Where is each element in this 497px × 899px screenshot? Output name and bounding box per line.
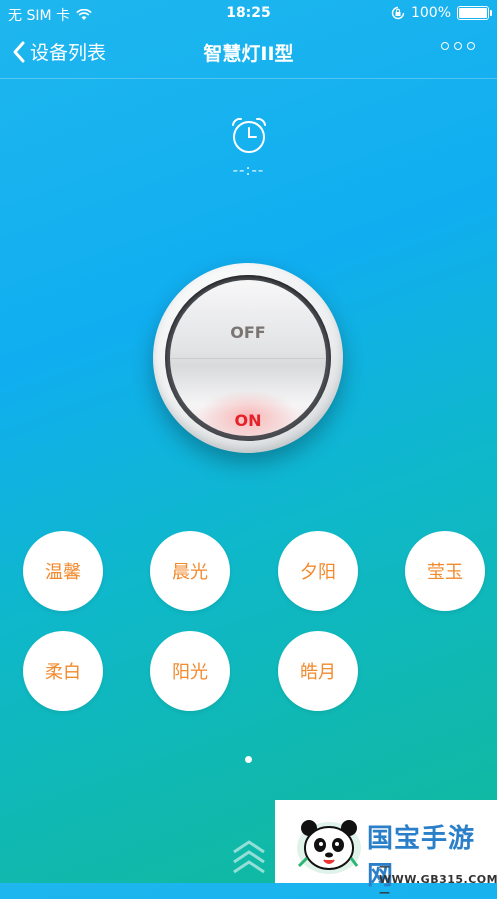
mode-button-haoyue[interactable]: 皓月: [278, 631, 358, 711]
mode-button-yingyu[interactable]: 莹玉: [405, 531, 485, 611]
switch-off-label: OFF: [230, 323, 266, 342]
timer-value: --:--: [232, 161, 265, 179]
alarm-clock-icon: [231, 117, 266, 153]
battery-percent: 100%: [410, 5, 451, 21]
page-indicator-dot: [245, 756, 252, 763]
status-bar: 无 SIM 卡 18:25 100%: [0, 0, 497, 26]
switch-face: OFF ON: [170, 280, 326, 436]
mode-button-chenguang[interactable]: 晨光: [150, 531, 230, 611]
more-icon-dot: [441, 42, 449, 50]
switch-divider: [170, 358, 326, 359]
more-icon-dot: [454, 42, 462, 50]
panda-logo-icon: [297, 820, 361, 874]
mode-button-yangguang[interactable]: 阳光: [150, 631, 230, 711]
watermark-url: — WWW.GB315.COM —: [379, 860, 497, 899]
timer[interactable]: --:--: [0, 115, 497, 179]
orientation-lock-icon: [391, 6, 405, 20]
switch-on-label: ON: [234, 411, 262, 430]
more-button[interactable]: [441, 42, 475, 50]
nav-bar: 设备列表 智慧灯II型: [0, 26, 497, 79]
mode-button-xiyang[interactable]: 夕阳: [278, 531, 358, 611]
mode-button-wenxin[interactable]: 温馨: [23, 531, 103, 611]
power-switch[interactable]: OFF ON: [153, 263, 343, 453]
back-button-label: 设备列表: [30, 42, 107, 64]
switch-ring: OFF ON: [165, 275, 331, 441]
back-button[interactable]: 设备列表: [12, 38, 106, 65]
chevron-left-icon: [13, 41, 25, 62]
more-icon-dot: [467, 42, 475, 50]
battery-icon: [457, 6, 492, 20]
mode-button-roubai[interactable]: 柔白: [23, 631, 103, 711]
watermark: 国宝手游网 — WWW.GB315.COM —: [275, 800, 497, 899]
double-chevron-up-icon[interactable]: [230, 836, 268, 876]
